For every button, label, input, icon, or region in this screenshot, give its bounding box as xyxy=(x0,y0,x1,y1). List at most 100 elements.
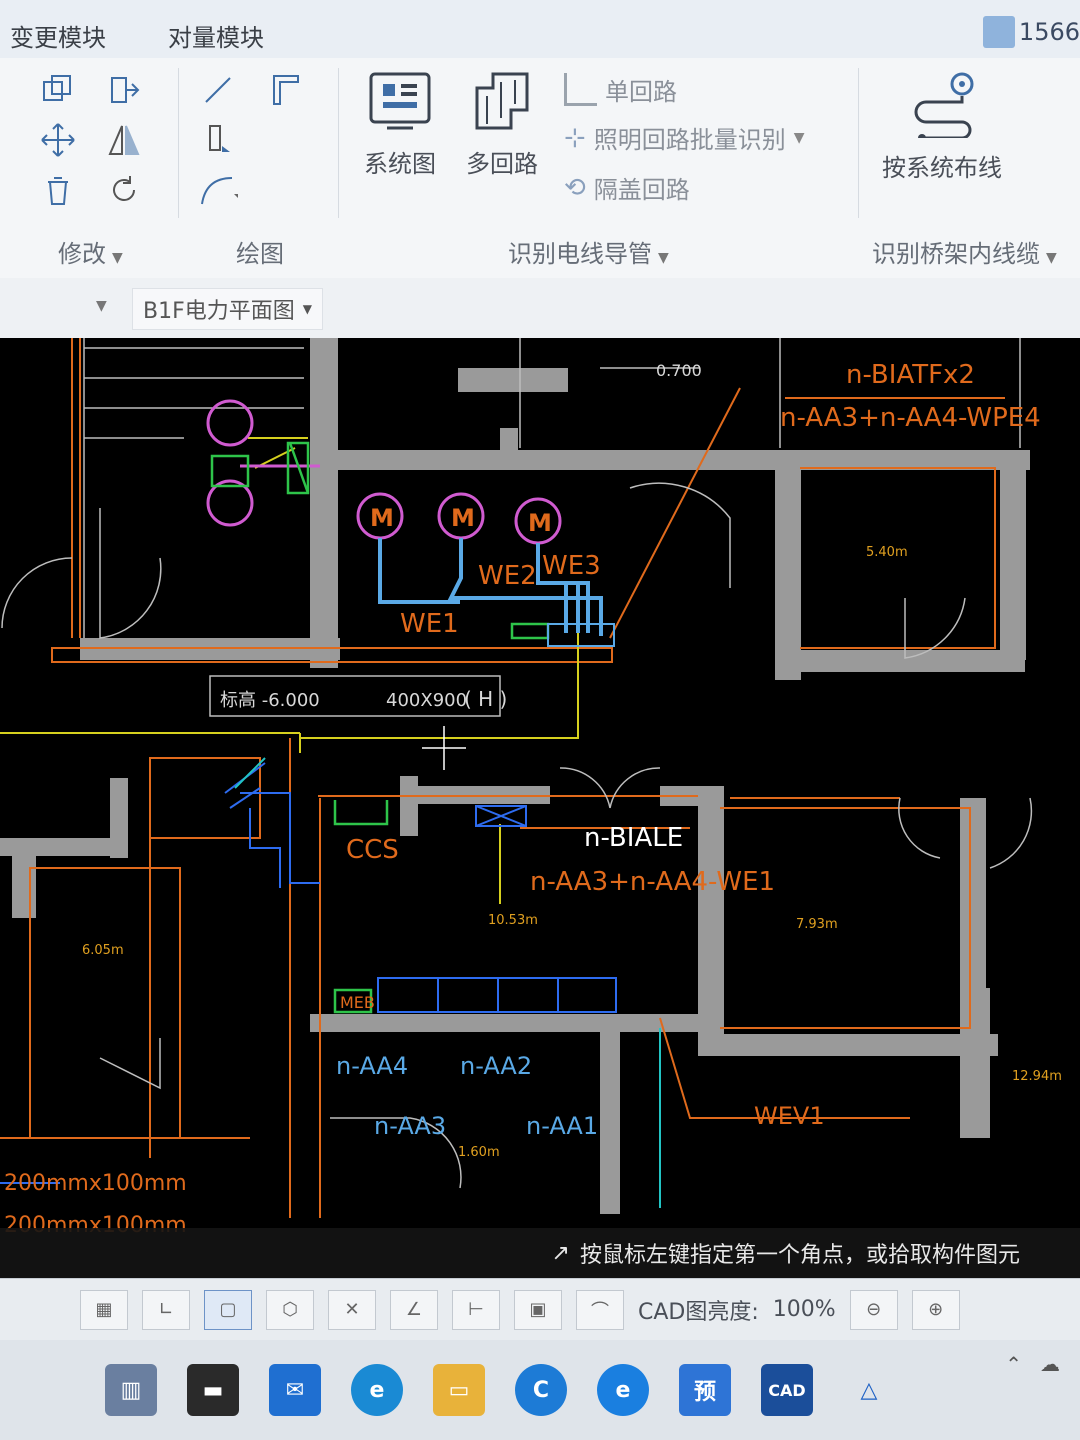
glodon-icon[interactable]: △ xyxy=(843,1364,895,1416)
grid-toggle-button[interactable]: ▦ xyxy=(80,1289,128,1330)
system-diagram-button[interactable]: 系统图 xyxy=(364,68,436,179)
chevron-up-icon[interactable]: ⌃ xyxy=(1005,1352,1022,1376)
ie-icon[interactable]: e xyxy=(597,1364,649,1416)
mail-icon[interactable]: ✉ xyxy=(269,1364,321,1416)
walls xyxy=(0,338,1030,1214)
command-line: ↗ 按鼠标左键指定第一个角点，或拾取构件图元 xyxy=(0,1228,1080,1278)
cad-canvas[interactable]: M M M n-BIATFx2 n-AA3+n-AA4-WPE4 WE1 WE2… xyxy=(0,338,1080,1278)
modify-group-label[interactable]: 修改 ▼ xyxy=(58,234,123,269)
brightness-label: CAD图亮度: xyxy=(638,1299,759,1325)
layer-select-value: B1F电力平面图 xyxy=(143,299,295,324)
cad-text: n-AA3+n-AA4-WE1 xyxy=(530,867,775,897)
wall-icon[interactable] xyxy=(266,70,306,110)
cover-circuit-button[interactable]: ⟲ 隔盖回路 xyxy=(564,170,690,205)
tray-group-label[interactable]: 识别桥架内线缆 ▼ xyxy=(872,234,1057,269)
user-avatar xyxy=(982,16,1015,48)
brightness-value[interactable]: 100% xyxy=(773,1297,836,1322)
lighting-batch-button[interactable]: ⊹ 照明回路批量识别 ▼ xyxy=(564,120,805,155)
cad-text: 400X900 xyxy=(386,690,467,711)
terminal-icon[interactable]: ▬ xyxy=(187,1364,239,1416)
rotate-icon[interactable] xyxy=(104,170,144,210)
chevron-down-icon: ▼ xyxy=(793,129,805,146)
cad-text: 0.700 xyxy=(656,361,702,380)
system-diagram-label: 系统图 xyxy=(364,150,436,178)
group-separator xyxy=(338,68,339,218)
recognize-group-label[interactable]: 识别电线导管 ▼ xyxy=(508,234,669,269)
multi-circuit-label: 多回路 xyxy=(466,150,538,178)
ortho-icon: ∟ xyxy=(158,1299,174,1320)
single-circuit-button[interactable]: 单回路 xyxy=(564,72,677,107)
cad-text: 6.05m xyxy=(82,943,124,958)
3d-view-button[interactable]: ⬡ xyxy=(266,1289,314,1330)
select-box-button[interactable]: ▢ xyxy=(204,1289,252,1330)
mirror-icon[interactable] xyxy=(104,120,144,160)
draw-group-label: 绘图 xyxy=(236,240,284,268)
brightness-decrease-button[interactable]: ⊖ xyxy=(849,1289,898,1330)
command-prompt: 按鼠标左键指定第一个角点，或拾取构件图元 xyxy=(579,1243,1020,1268)
line-icon[interactable] xyxy=(198,70,238,110)
route-by-system-button[interactable]: 按系统布线 xyxy=(882,68,1002,183)
layer-icon: ▣ xyxy=(529,1299,547,1320)
edge-icon[interactable]: e xyxy=(351,1364,403,1416)
layer-toggle-button[interactable]: ▣ xyxy=(514,1289,562,1330)
point-draw-icon[interactable] xyxy=(198,120,238,160)
cad-text: 10.53m xyxy=(488,913,538,928)
minus-icon: ⊖ xyxy=(866,1299,882,1320)
cad-text: n-AA4 xyxy=(336,1052,408,1080)
cad-app-icon[interactable]: CAD xyxy=(761,1364,813,1416)
route-by-system-label: 按系统布线 xyxy=(882,154,1002,182)
system-diagram-icon xyxy=(367,68,433,134)
taskbar: ▥ ▬ ✉ e ▭ C e 预 CAD △ xyxy=(0,1340,1080,1440)
cad-text: WE1 xyxy=(400,609,459,639)
ortho-toggle-button[interactable]: ∟ xyxy=(142,1289,190,1330)
arc-icon: ⌒ xyxy=(591,1300,609,1322)
move-icon[interactable] xyxy=(38,120,78,160)
single-circuit-label: 单回路 xyxy=(605,78,677,106)
brightness-increase-button[interactable]: ⊕ xyxy=(911,1289,960,1330)
grid-icon: ▦ xyxy=(95,1299,113,1320)
status-bar: ▦ ∟ ▢ ⬡ ✕ ∠ ⊢ ▣ ⌒ CAD图亮度: 100% ⊖ ⊕ xyxy=(0,1278,1080,1340)
delete-icon[interactable] xyxy=(38,170,78,210)
cad-drawing[interactable]: M M M n-BIATFx2 n-AA3+n-AA4-WPE4 WE1 WE2… xyxy=(0,338,1080,1278)
cover-circuit-label: 隔盖回路 xyxy=(593,176,690,204)
chevron-down-icon[interactable]: ▼ xyxy=(96,298,107,314)
cover-circuit-icon: ⟲ xyxy=(564,172,586,203)
motor-label: M xyxy=(528,509,552,537)
box-select-icon: ▢ xyxy=(219,1299,237,1320)
yu-app-icon[interactable]: 预 xyxy=(679,1364,731,1416)
cad-text: 标高 -6.000 xyxy=(220,690,320,711)
chart-app-icon[interactable]: ▥ xyxy=(105,1364,157,1416)
quantity-module-tab[interactable]: 对量模块 xyxy=(168,18,264,53)
module-bar: 变更模块 对量模块 1566 xyxy=(0,0,1080,59)
folder-icon[interactable]: ▭ xyxy=(433,1364,485,1416)
offset-icon[interactable] xyxy=(104,70,144,110)
lighting-batch-icon: ⊹ xyxy=(564,122,586,153)
change-module-tab[interactable]: 变更模块 xyxy=(10,18,106,53)
cloud-icon[interactable]: ☁ xyxy=(1040,1352,1060,1376)
layer-select[interactable]: B1F电力平面图 ▼ xyxy=(132,288,323,330)
user-area[interactable]: 1566 xyxy=(982,14,1080,50)
pick-cursor-icon: ↗ xyxy=(551,1240,570,1266)
route-by-system-icon xyxy=(902,68,982,138)
layer-toolbar: ▼ B1F电力平面图 ▼ xyxy=(0,278,1080,339)
copy-icon[interactable] xyxy=(38,70,78,110)
browser-c-icon[interactable]: C xyxy=(515,1364,567,1416)
group-separator xyxy=(178,68,179,218)
group-separator xyxy=(858,68,859,218)
user-id: 1566 xyxy=(1018,18,1080,46)
system-tray[interactable]: ⌃ ☁ xyxy=(1005,1352,1060,1376)
distribution-box xyxy=(547,623,615,647)
cad-text: WE3 xyxy=(542,551,601,581)
arc-toggle-button[interactable]: ⌒ xyxy=(576,1289,624,1330)
cad-text: 200mmx100mm xyxy=(4,1171,187,1196)
multi-circuit-button[interactable]: 多回路 xyxy=(466,68,538,179)
lighting-batch-label: 照明回路批量识别 xyxy=(593,126,786,154)
dimension-button[interactable]: ⊢ xyxy=(452,1289,500,1330)
snap-toggle-button[interactable]: ✕ xyxy=(328,1289,376,1330)
arc-icon[interactable] xyxy=(198,170,238,210)
crosshair-cursor xyxy=(422,726,466,770)
motor-label: M xyxy=(451,504,475,532)
chevron-down-icon: ▼ xyxy=(302,302,312,316)
angle-button[interactable]: ∠ xyxy=(390,1289,438,1330)
ribbon: 修改 ▼ 绘图 系统图 多回路 单回路 ⊹ 照明回路批量识别 ▼ ⟲ 隔盖回路 … xyxy=(0,58,1080,279)
